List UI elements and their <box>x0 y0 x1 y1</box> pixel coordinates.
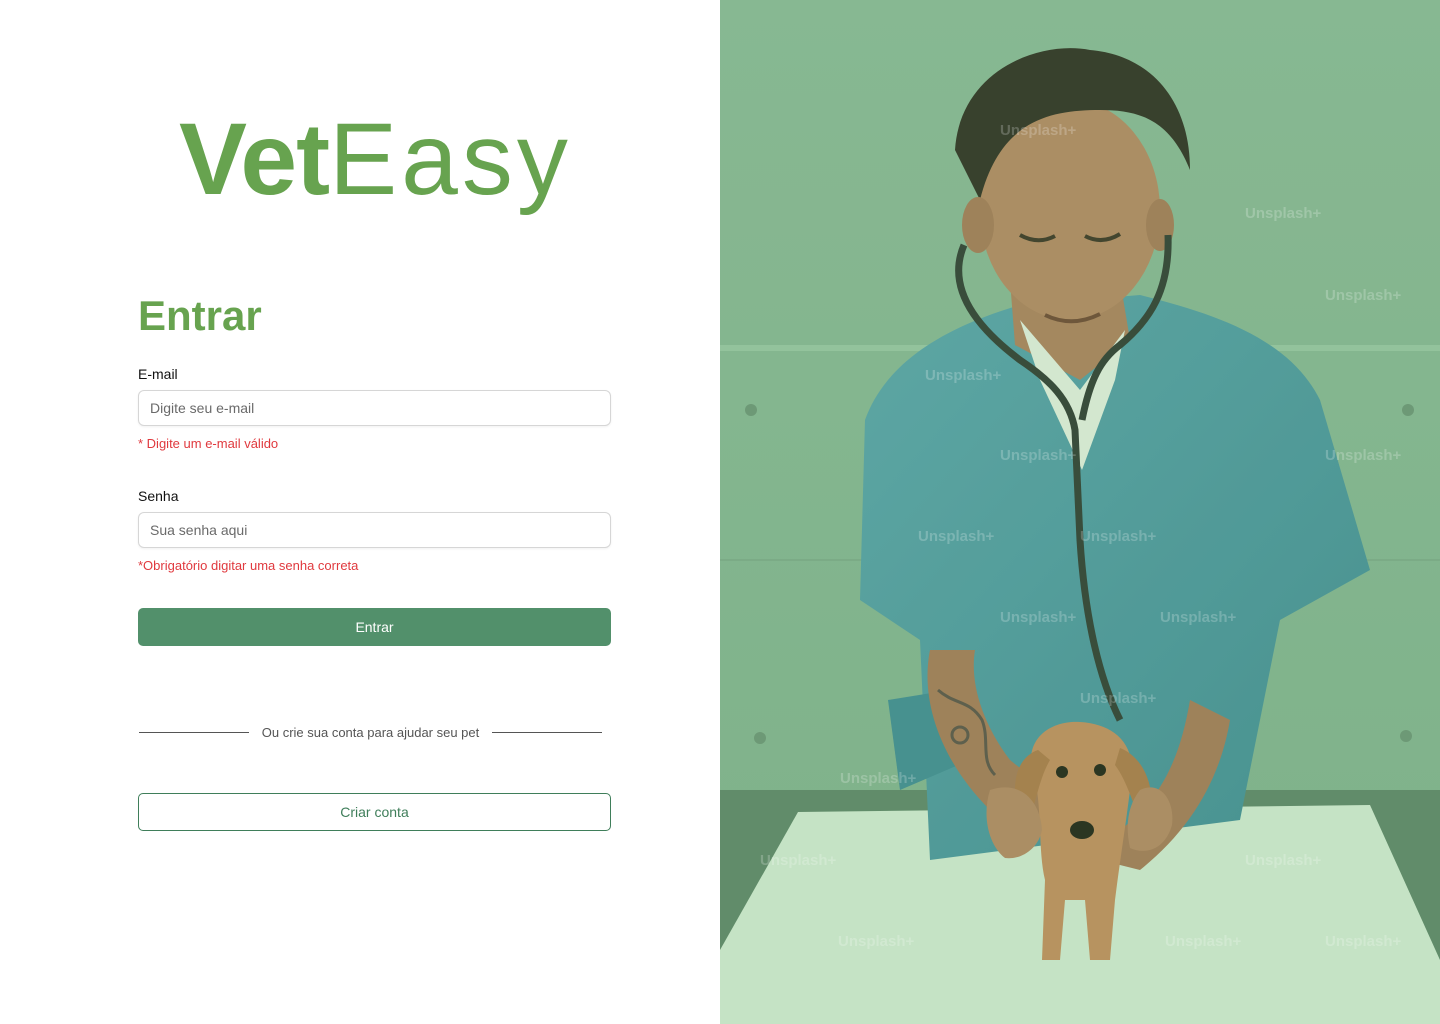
login-title: Entrar <box>138 292 262 339</box>
signup-divider-text: Ou crie sua conta para ajudar seu pet <box>261 724 480 740</box>
watermark-text: Unsplash+ <box>1325 287 1402 304</box>
watermark-text: Unsplash+ <box>1245 852 1322 869</box>
watermark-text: Unsplash+ <box>838 933 915 950</box>
watermark-text: Unsplash+ <box>1165 933 1242 950</box>
divider-line-right <box>492 731 602 733</box>
hero-green-overlay <box>720 0 1440 1024</box>
logo-bold-text: Vet <box>179 102 330 216</box>
email-error-message: * Digite um e-mail válido <box>138 436 279 451</box>
hero-image: Unsplash+ Unsplash+ Unsplash+ Unsplash+ … <box>720 0 1440 1024</box>
watermark-text: Unsplash+ <box>840 770 917 787</box>
divider-line-left <box>139 731 249 733</box>
login-submit-button[interactable]: Entrar <box>138 608 611 646</box>
vet-easy-logo: VetEasy <box>179 108 572 210</box>
watermark-text: Unsplash+ <box>1080 690 1157 707</box>
watermark-text: Unsplash+ <box>760 852 837 869</box>
login-page: VetEasy Entrar E-mail * Digite um e-mail… <box>0 0 1440 1024</box>
signup-divider: Ou crie sua conta para ajudar seu pet <box>139 722 602 742</box>
password-error-message: *Obrigatório digitar uma senha correta <box>138 558 359 573</box>
login-form: Entrar E-mail * Digite um e-mail válido … <box>138 290 611 646</box>
create-account-button[interactable]: Criar conta <box>138 793 611 831</box>
watermark-text: Unsplash+ <box>918 528 995 545</box>
watermark-text: Unsplash+ <box>1000 609 1077 626</box>
watermark-text: Unsplash+ <box>1245 205 1322 222</box>
watermark-text: Unsplash+ <box>1325 933 1402 950</box>
watermark-text: Unsplash+ <box>1325 447 1402 464</box>
password-label: Senha <box>138 488 179 504</box>
email-field[interactable] <box>138 390 611 426</box>
password-field[interactable] <box>138 512 611 548</box>
watermark-text: Unsplash+ <box>925 367 1002 384</box>
email-label: E-mail <box>138 366 178 382</box>
logo-light-text: Easy <box>329 102 572 216</box>
login-panel: VetEasy Entrar E-mail * Digite um e-mail… <box>0 0 720 1024</box>
watermark-text: Unsplash+ <box>1160 609 1237 626</box>
watermark-text: Unsplash+ <box>1000 122 1077 139</box>
watermark-text: Unsplash+ <box>1080 528 1157 545</box>
watermark-text: Unsplash+ <box>1000 447 1077 464</box>
